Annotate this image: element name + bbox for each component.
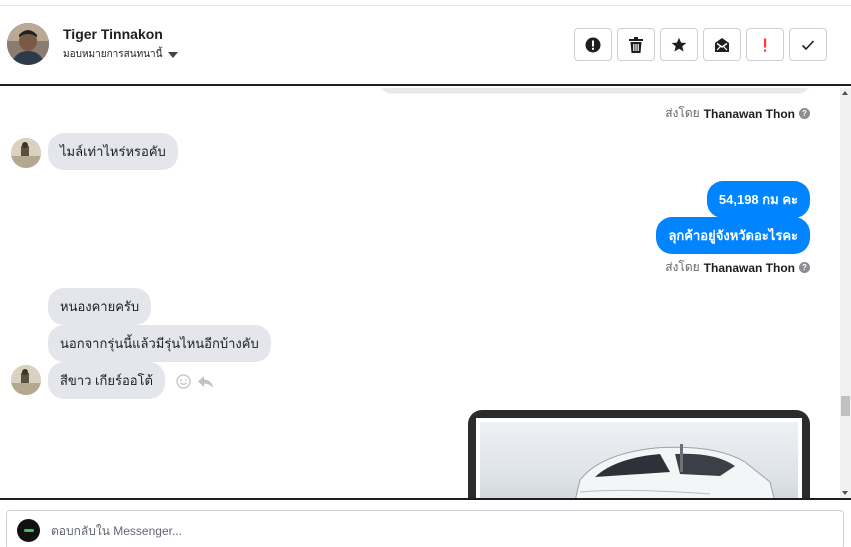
incoming-message[interactable]: นอกจากรุ่นนี้แล้วมีรุ่นไหนอีกบ้างคับ — [48, 325, 271, 362]
agent-name: Thanawan Thon — [703, 106, 795, 121]
conversation-header: Tiger Tinnakon มอบหมายการสนทนานี้ — [0, 6, 851, 86]
envelope-icon — [715, 37, 729, 52]
outgoing-message[interactable]: 54,198 กม คะ — [706, 181, 810, 218]
car-photo — [480, 422, 798, 498]
scroll-down-arrow-icon[interactable] — [842, 491, 848, 495]
reply-composer — [6, 510, 844, 547]
exclamation-icon — [764, 38, 767, 52]
contact-name[interactable]: Tiger Tinnakon — [63, 26, 163, 42]
emoji-icon[interactable] — [176, 374, 191, 389]
help-icon[interactable]: ? — [799, 108, 810, 119]
agent-name: Thanawan Thon — [703, 260, 795, 275]
star-button[interactable] — [660, 28, 698, 61]
customer-avatar[interactable] — [11, 365, 41, 395]
image-frame — [476, 418, 802, 498]
star-icon — [671, 37, 687, 51]
conversation-thread[interactable]: ส่งโดย Thanawan Thon ? ไมล์เท่าไหร่หรอคั… — [0, 88, 840, 498]
delete-button[interactable] — [617, 28, 655, 61]
sent-by-label: ส่งโดย Thanawan Thon ? — [665, 104, 810, 123]
header-actions — [574, 28, 827, 61]
incoming-message[interactable]: ไมล์เท่าไหร่หรอคับ — [48, 133, 178, 170]
follow-up-button[interactable] — [746, 28, 784, 61]
image-attachment[interactable] — [468, 410, 810, 498]
incoming-message[interactable]: สีขาว เกียร์ออโต้ — [48, 362, 165, 399]
sent-by-prefix: ส่งโดย — [665, 260, 700, 274]
outgoing-message[interactable]: ลุกค้าอยู่จังหวัดอะไรคะ — [656, 217, 810, 254]
caret-down-icon — [168, 51, 179, 58]
check-icon — [801, 39, 815, 50]
page-avatar — [17, 519, 40, 542]
reply-input[interactable] — [51, 519, 811, 543]
composer-divider — [0, 498, 851, 500]
alert-circle-icon — [585, 37, 601, 52]
assign-label: มอบหมายการสนทนานี้ — [63, 49, 163, 60]
mark-unread-button[interactable] — [703, 28, 741, 61]
previous-attachment-card — [380, 88, 810, 92]
assign-conversation-dropdown[interactable]: มอบหมายการสนทนานี้ — [63, 47, 179, 62]
trash-icon — [629, 36, 643, 53]
scrollbar-thumb[interactable] — [841, 396, 850, 416]
help-icon[interactable]: ? — [799, 262, 810, 273]
incoming-message[interactable]: หนองคายครับ — [48, 288, 152, 325]
customer-avatar[interactable] — [11, 138, 41, 168]
reply-icon[interactable] — [197, 375, 214, 389]
mark-done-button[interactable] — [789, 28, 827, 61]
report-button[interactable] — [574, 28, 612, 61]
sent-by-prefix: ส่งโดย — [665, 106, 700, 120]
contact-avatar[interactable] — [7, 23, 49, 65]
conversation-scrollbar[interactable] — [840, 88, 851, 498]
sent-by-label: ส่งโดย Thanawan Thon ? — [665, 258, 810, 277]
message-tools — [176, 374, 214, 389]
scroll-up-arrow-icon[interactable] — [842, 91, 848, 95]
